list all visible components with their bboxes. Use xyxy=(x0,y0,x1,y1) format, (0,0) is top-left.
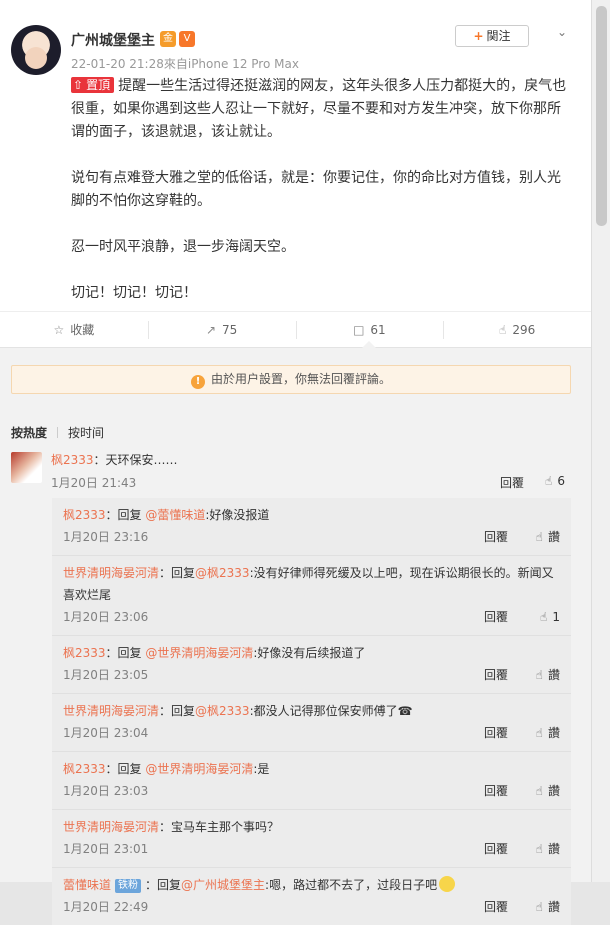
reply-like-button[interactable]: ☝ 1 xyxy=(540,606,560,628)
post-paragraph: 切记！切记！切记！ xyxy=(71,285,197,301)
repost-button[interactable]: ↗ 75 xyxy=(147,312,296,347)
member-badge-icon[interactable]: 金 xyxy=(160,31,176,47)
reply-button[interactable]: 回覆 xyxy=(500,474,524,491)
comment-icon: □ xyxy=(353,323,365,337)
reply-time: 1月20日 23:03 xyxy=(63,784,149,798)
post-meta: 22-01-20 21:28來自iPhone 12 Pro Max xyxy=(71,57,299,71)
reply-button[interactable]: 回覆 xyxy=(484,896,508,918)
reply-like-button[interactable]: ☝ 讚 xyxy=(536,526,560,548)
thumbs-up-icon: ☝ xyxy=(535,726,543,740)
reply-thread: 枫2333：回复 @蕾懂味道:好像没报道 1月20日 23:16 回覆 ☝ 讚 世界清… xyxy=(52,498,571,925)
reply-username[interactable]: 世界清明海晏河清 xyxy=(63,704,159,718)
thumbs-up-icon: ☝ xyxy=(535,530,543,544)
reply-time: 1月20日 23:05 xyxy=(63,668,149,682)
list-item: 枫2333：回复 @世界清明海晏河清:好像没有后续报道了 1月20日 23:05… xyxy=(52,636,571,694)
thumbs-up-icon: ☝ xyxy=(535,668,543,682)
follow-label: 関注 xyxy=(486,29,511,43)
reply-like-button[interactable]: ☝ 讚 xyxy=(536,664,560,686)
post-paragraph: 忍一时风平浪静，退一步海阔天空。 xyxy=(71,239,295,255)
thumbs-up-icon: ☝ xyxy=(545,474,553,488)
action-bar: ☆ 收藏 ↗ 75 □ 61 ☝ 296 xyxy=(0,311,591,348)
warning-icon: ! xyxy=(190,375,205,389)
divider xyxy=(57,427,59,438)
reply-like-button[interactable]: ☝ 讚 xyxy=(536,722,560,744)
reply-time: 1月20日 23:01 xyxy=(63,842,149,856)
mention-link[interactable]: @世界清明海晏河清 xyxy=(145,762,253,776)
repost-icon: ↗ xyxy=(205,323,217,337)
reply-time: 1月20日 23:04 xyxy=(63,726,149,740)
verified-badge-icon[interactable]: V xyxy=(179,31,195,47)
favorite-button[interactable]: ☆ 收藏 xyxy=(0,312,148,347)
mention-link[interactable]: @蕾懂味道 xyxy=(145,508,205,522)
pinned-badge: ⇧ 置頂 xyxy=(71,77,115,93)
list-item: 世界清明海晏河清：回复@枫2333:都没人记得那位保安师傅了☎ 1月20日 23… xyxy=(52,694,571,752)
follow-button[interactable]: + 関注 xyxy=(455,25,529,47)
thumbs-up-icon: ☝ xyxy=(535,842,543,856)
fan-badge: 铁粉 xyxy=(115,879,142,893)
post-body: ⇧ 置頂 提醒一些生活过得还挺滋润的网友，这年头很多人压力都挺大的，戾气也很重，如果… xyxy=(71,75,571,328)
reply-disabled-notice: ! 由於用户設置，你無法回覆評論。 xyxy=(11,365,571,394)
list-item: 枫2333：回复 @蕾懂味道:好像没报道 1月20日 23:16 回覆 ☝ 讚 xyxy=(52,498,571,556)
reply-button[interactable]: 回覆 xyxy=(484,722,508,744)
mention-link[interactable]: @枫2333 xyxy=(195,704,250,718)
reply-button[interactable]: 回覆 xyxy=(484,606,508,628)
sort-by-time[interactable]: 按时间 xyxy=(68,426,104,440)
comment-button[interactable]: □ 61 xyxy=(295,312,444,348)
thumbs-up-icon: ☝ xyxy=(535,784,543,798)
reply-button[interactable]: 回覆 xyxy=(484,838,508,860)
weibo-post-card: 广州城堡堡主 金 V + 関注 ⌄ 22-01-20 21:28來自iPhone … xyxy=(0,0,591,925)
reply-username[interactable]: 世界清明海晏河清 xyxy=(63,566,159,580)
list-item: 蕾懂味道 铁粉 ：回复@广州城堡堡主:嗯，路过都不去了，过段日子吧 1月20日 22… xyxy=(52,868,571,925)
list-item: 世界清明海晏河清：宝马车主那个事吗？ 1月20日 23:01 回覆 ☝ 讚 xyxy=(52,810,571,868)
thumbs-up-icon: ☝ xyxy=(540,610,548,624)
reply-username[interactable]: 枫2333 xyxy=(63,762,106,776)
reply-like-button[interactable]: ☝ 讚 xyxy=(536,780,560,802)
reply-button[interactable]: 回覆 xyxy=(484,664,508,686)
reply-username[interactable]: 世界清明海晏河清 xyxy=(63,820,159,834)
thumbs-up-icon: ☝ xyxy=(499,323,507,337)
plus-icon: + xyxy=(473,29,484,43)
comment-time: 1月20日 21:43 xyxy=(51,476,137,490)
top-comment-text: 枫2333：天环保安…… xyxy=(51,453,178,467)
sort-by-hot[interactable]: 按热度 xyxy=(11,426,47,440)
comment-like-button[interactable]: ☝ 6 xyxy=(545,474,565,488)
comment-username[interactable]: 枫2333 xyxy=(51,453,94,467)
mention-link[interactable]: @广州城堡堡主 xyxy=(181,878,265,892)
reply-time: 1月20日 23:06 xyxy=(63,610,149,624)
reply-username[interactable]: 枫2333 xyxy=(63,646,106,660)
author-avatar[interactable] xyxy=(11,25,61,75)
author-name[interactable]: 广州城堡堡主 xyxy=(71,30,155,50)
list-item: 世界清明海晏河清：回复@枫2333:没有好律师得死缓及以上吧，现在诉讼期很长的。… xyxy=(52,556,571,636)
reply-time: 1月20日 22:49 xyxy=(63,900,149,914)
post-paragraph: ⇧ 置頂 提醒一些生活过得还挺滋润的网友，这年头很多人压力都挺大的，戾气也很重，如果… xyxy=(71,77,567,140)
pin-arrow-icon: ⇧ xyxy=(73,78,84,92)
reply-like-button[interactable]: ☝ 讚 xyxy=(536,838,560,860)
chevron-down-icon[interactable]: ⌄ xyxy=(557,25,567,39)
thumbs-up-icon: ☝ xyxy=(535,900,543,914)
scrollbar-thumb[interactable] xyxy=(596,6,607,226)
mention-link[interactable]: @世界清明海晏河清 xyxy=(145,646,253,660)
star-icon: ☆ xyxy=(53,323,65,337)
like-button[interactable]: ☝ 296 xyxy=(443,312,591,347)
comment-sort: 按热度 按时间 xyxy=(11,424,114,441)
reply-button[interactable]: 回覆 xyxy=(484,526,508,548)
commenter-avatar[interactable] xyxy=(11,452,42,483)
reply-like-button[interactable]: ☝ 讚 xyxy=(536,896,560,918)
reply-button[interactable]: 回覆 xyxy=(484,780,508,802)
post-paragraph: 说句有点难登大雅之堂的低俗话，就是：你要记住，你的命比对方值钱，别人光脚的不怕你… xyxy=(71,170,561,209)
mention-link[interactable]: @枫2333 xyxy=(195,566,250,580)
scrollbar[interactable] xyxy=(591,0,610,882)
emoji-icon xyxy=(439,876,456,892)
reply-username[interactable]: 枫2333 xyxy=(63,508,106,522)
reply-time: 1月20日 23:16 xyxy=(63,530,149,544)
reply-username[interactable]: 蕾懂味道 xyxy=(63,878,111,892)
list-item: 枫2333：回复 @世界清明海晏河清:是 1月20日 23:03 回覆 ☝ 讚 xyxy=(52,752,571,810)
